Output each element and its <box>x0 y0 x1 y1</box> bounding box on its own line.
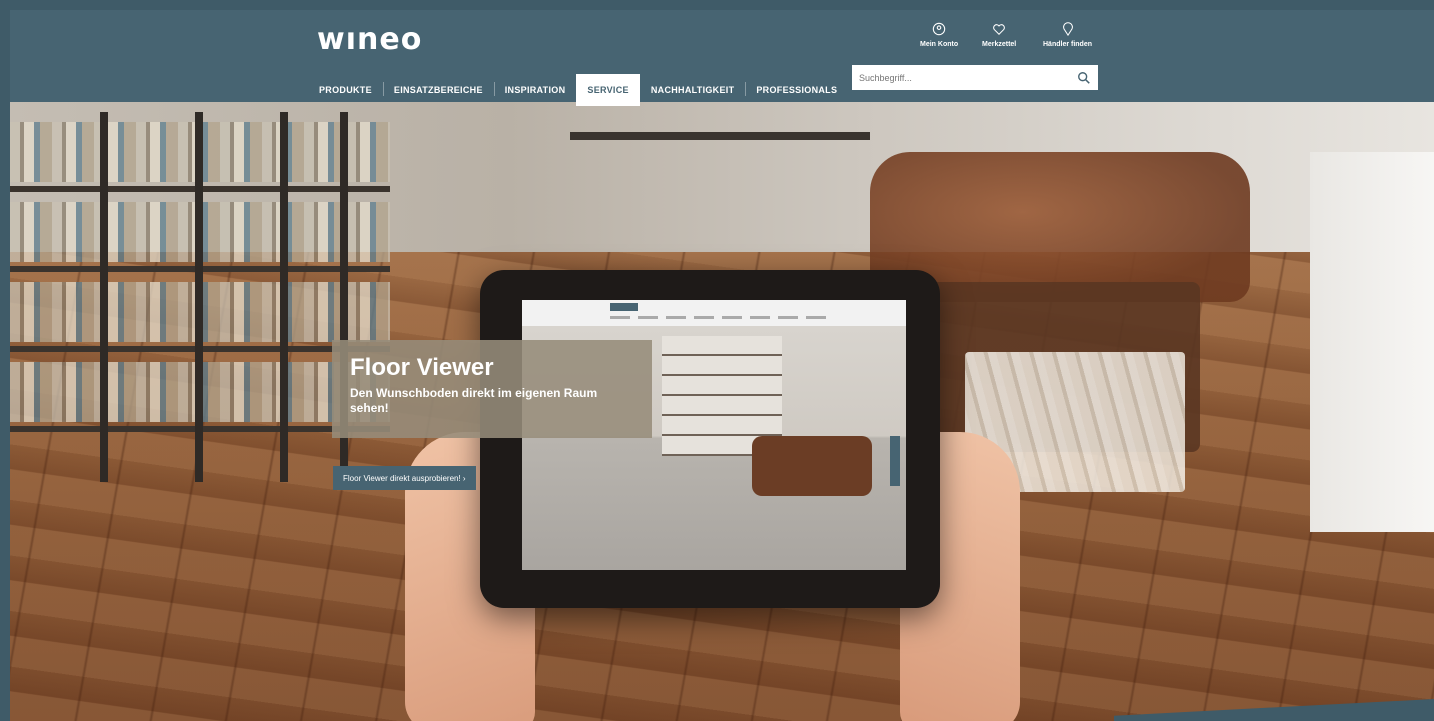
nav-einsatzbereiche[interactable]: EINSATZBEREICHE <box>382 74 494 106</box>
site-logo[interactable]: wıneo <box>317 22 422 57</box>
account-link[interactable]: Mein Konto <box>920 22 958 48</box>
promo-box: Floor Viewer Den Wunschboden direkt im e… <box>332 340 652 438</box>
site-header: wıneo Mein Konto Merkzettel Händler find… <box>10 10 1434 106</box>
dealer-finder-link[interactable]: Händler finden <box>1043 22 1092 48</box>
tablet-device <box>480 270 940 608</box>
search-icon[interactable] <box>1077 71 1091 85</box>
search-box <box>852 65 1098 90</box>
location-icon <box>1062 22 1073 36</box>
desk <box>570 132 870 140</box>
nav-professionals[interactable]: PROFESSIONALS <box>745 74 848 106</box>
search-input[interactable] <box>852 71 1077 84</box>
heart-icon <box>993 24 1005 35</box>
user-icon <box>932 22 946 36</box>
browser-frame: wıneo Mein Konto Merkzettel Händler find… <box>10 10 1434 721</box>
radiator <box>1310 152 1434 532</box>
hero-image: Floor Viewer Den Wunschboden direkt im e… <box>10 102 1434 721</box>
nav-inspiration[interactable]: INSPIRATION <box>493 74 577 106</box>
floor-viewer-button[interactable]: Floor Viewer direkt ausprobieren! › <box>333 466 476 490</box>
account-label: Mein Konto <box>920 41 959 48</box>
nav-nachhaltigkeit[interactable]: NACHHALTIGKEIT <box>640 74 746 106</box>
promo-title: Floor Viewer <box>350 354 494 381</box>
nav-service[interactable]: SERVICE <box>576 74 640 106</box>
nav-produkte[interactable]: PRODUKTE <box>308 74 383 106</box>
main-nav: PRODUKTE EINSATZBEREICHE INSPIRATION SER… <box>308 74 848 106</box>
wishlist-label: Merkzettel <box>982 41 1017 48</box>
promo-subtitle: Den Wunschboden direkt im eigenen Raum s… <box>350 386 598 415</box>
dealer-finder-label: Händler finden <box>1043 41 1093 48</box>
wishlist-link[interactable]: Merkzettel <box>982 22 1016 48</box>
